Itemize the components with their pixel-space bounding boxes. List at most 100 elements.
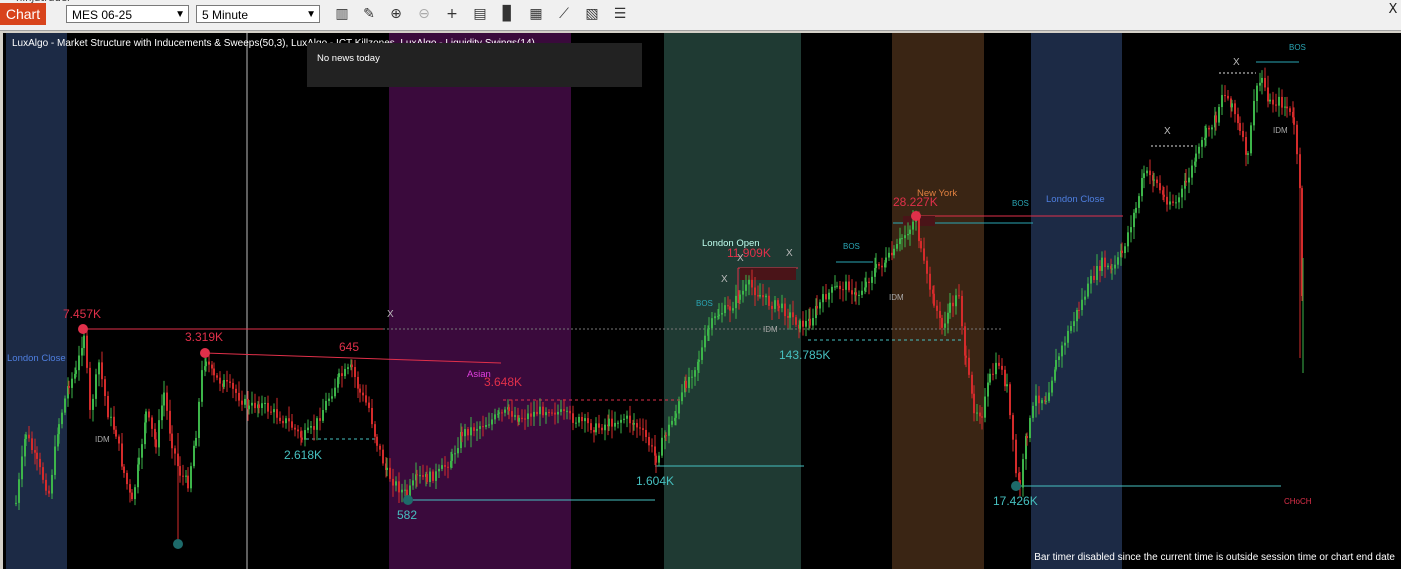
candle [524,418,526,420]
bar-type-icon[interactable]: ▥ [332,5,352,23]
candle [48,490,50,494]
candle [768,295,770,306]
zoom-in-icon[interactable]: ⊕ [386,5,406,23]
candle [865,281,867,288]
candle [71,378,73,388]
chevron-down-icon: ▼ [306,9,316,20]
candle [1247,153,1249,155]
swing-low-label: 2.618K [284,448,322,462]
candle [1253,100,1255,126]
candle [193,445,195,467]
candle [376,436,378,446]
candle [344,368,346,377]
candle [141,444,143,458]
candle [822,294,824,303]
close-button[interactable]: X [1385,2,1401,18]
candle [251,402,253,406]
candle [409,485,411,496]
candle [781,303,783,309]
candle [1041,400,1043,404]
chart-trader-icon[interactable]: ▦ [526,5,546,23]
candle [89,367,91,410]
candle [1256,85,1258,101]
candle [819,302,821,309]
candle [1058,356,1060,361]
candle [494,414,496,420]
candle [1032,405,1034,418]
candle [1090,275,1092,284]
candle [868,281,870,283]
properties-icon[interactable]: ▧ [582,5,602,23]
candle [398,481,400,493]
swing-marker [200,348,210,358]
candle [1185,180,1187,183]
chart-panel[interactable]: London Close Asian London Open New York Lond… [3,33,1401,569]
candle [354,367,356,377]
candle [909,229,911,235]
candle [179,466,181,476]
crosshair-icon[interactable]: + [442,5,462,23]
candle [273,409,275,413]
indicators-icon[interactable]: ☰ [610,5,630,23]
interval-select[interactable]: 5 Minute ▼ [196,5,320,23]
candle [1078,309,1080,311]
candle [1104,257,1106,268]
candle [952,302,954,307]
candle [918,218,920,242]
candle [701,347,703,360]
candle [219,377,221,384]
candle [1127,232,1129,247]
sweep-label: X [1233,57,1240,68]
candle [569,410,571,414]
candle [1051,380,1053,393]
candle [261,403,263,408]
candle [958,295,960,297]
bar-style-icon[interactable]: ▊ [498,5,518,23]
candle [566,410,568,412]
candle [1124,246,1126,254]
candle [973,393,975,414]
candle [238,392,240,401]
price-plot[interactable]: London CloseAsianLondon OpenNew YorkLond… [3,33,1401,569]
candle [784,303,786,317]
candle [551,412,553,414]
swing-marker [173,539,183,549]
candle [855,292,857,296]
pencil-icon[interactable]: ✎ [359,5,379,23]
candle [1038,395,1040,404]
candle [15,502,17,504]
chart-tab[interactable]: Chart [0,3,46,25]
candle [584,418,586,422]
candle [839,285,841,290]
candle [939,310,941,318]
candle [328,398,330,401]
candle [190,466,192,489]
candle [771,305,773,309]
instrument-select[interactable]: MES 06-25 ▼ [66,5,189,23]
candle [1035,395,1037,406]
candle [1029,417,1031,439]
killzone-london-close [6,33,67,569]
candle [1221,95,1223,108]
data-box-icon[interactable]: ▤ [470,5,490,23]
candle [828,292,830,300]
candle [971,374,973,394]
candle [617,422,619,424]
candle [482,426,484,428]
candle [694,370,696,377]
strategies-icon[interactable]: ⟋ [554,5,574,23]
swing-high-label: 3.648K [484,375,522,389]
candle [1289,108,1291,112]
candle [279,417,281,421]
candle [742,290,744,295]
candle [1205,127,1207,138]
candle [836,285,838,287]
candle [1141,178,1143,197]
sweep-label: X [786,248,793,259]
order-block [740,268,796,280]
sweep-label: X [721,274,728,285]
candle [226,380,228,382]
candle [325,400,327,411]
candle [42,467,44,480]
zoom-out-icon[interactable]: ⊖ [414,5,434,23]
